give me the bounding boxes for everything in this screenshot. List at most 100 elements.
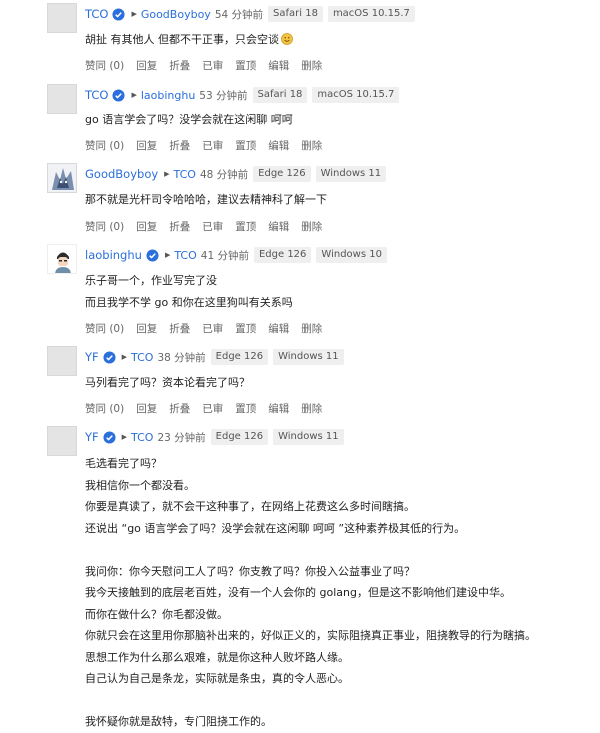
like-button[interactable]: 赞同 (0) [85, 219, 124, 234]
comment-header: GoodBoyboy ▶ TCO 48 分钟前 Edge 126 Windows… [85, 163, 387, 185]
browser-badge: Safari 18 [252, 87, 308, 103]
pin-button[interactable]: 置顶 [235, 321, 256, 336]
comment-header: TCO ▶ GoodBoyboy 54 分钟前 Safari 18 macOS … [85, 3, 415, 25]
comment-body: go 语言学会了吗？没学会就在这闲聊 呵呵 [85, 109, 565, 131]
comment-line: 你要是真读了，就不会干这种事了，在网络上花费这么多时间瞎搞。 [85, 500, 415, 513]
author-name[interactable]: YF [85, 350, 99, 364]
pin-button[interactable]: 置顶 [235, 138, 256, 153]
edit-button[interactable]: 编辑 [268, 219, 289, 234]
os-badge: Windows 10 [316, 247, 387, 263]
reply-to-name[interactable]: GoodBoyboy [141, 8, 211, 21]
verified-icon [103, 350, 116, 364]
comment-actions: 赞同 (0) 回复 折叠 已审 置顶 编辑 删除 [85, 320, 334, 336]
comment-body: 乐子哥一个，作业写完了没 而且我学不学 go 和你在这里狗叫有关系吗 [85, 270, 565, 313]
avatar[interactable] [47, 244, 77, 274]
browser-badge: Edge 126 [210, 349, 269, 365]
comment-line: 乐子哥一个，作业写完了没 [85, 274, 217, 287]
reply-to-name[interactable]: TCO [174, 249, 196, 262]
like-button[interactable]: 赞同 (0) [85, 321, 124, 336]
comment-time: 53 分钟前 [199, 89, 248, 102]
reply-arrow-icon: ▶ [131, 10, 137, 18]
comment-actions: 赞同 (0) 回复 折叠 已审 置顶 编辑 删除 [85, 137, 334, 153]
comment-line: 我今天接触到的底层老百姓，没有一个人会你的 golang，但是这不影响他们建设中… [85, 586, 511, 599]
comment-line: 还说出 “go 语言学会了吗？没学会就在这闲聊 呵呵 ”这种素养极其低的行为。 [85, 521, 466, 535]
pin-button[interactable]: 置顶 [235, 58, 256, 73]
reply-to-name[interactable]: laobinghu [141, 89, 195, 102]
comment-header: YF ▶ TCO 38 分钟前 Edge 126 Windows 11 [85, 346, 344, 368]
author-name[interactable]: laobinghu [85, 248, 142, 262]
comment-line: go 语言学会了吗？没学会就在这闲聊 呵呵 [85, 113, 293, 126]
delete-button[interactable]: 删除 [301, 138, 322, 153]
comment-body: 那不就是光杆司令哈哈哈，建议去精神科了解一下 [85, 189, 565, 211]
collapse-button[interactable]: 折叠 [169, 321, 190, 336]
comment-line: 你就只会在这里用你那脑补出来的，好似正义的，实际阻挠真正事业，阻挠教导的行为瞎搞… [85, 629, 536, 642]
comment-header: YF ▶ TCO 23 分钟前 Edge 126 Windows 11 [85, 426, 344, 448]
comment-line: 毛选看完了吗？ [85, 457, 162, 470]
avatar[interactable] [47, 426, 77, 456]
edit-button[interactable]: 编辑 [268, 138, 289, 153]
reply-arrow-icon: ▶ [121, 353, 128, 361]
comment-time: 23 分钟前 [157, 431, 206, 444]
delete-button[interactable]: 删除 [301, 58, 322, 73]
comment-time: 38 分钟前 [157, 351, 206, 364]
author-name[interactable]: GoodBoyboy [85, 167, 158, 181]
comment-time: 48 分钟前 [199, 168, 249, 181]
comment-actions: 赞同 (0) 回复 折叠 已审 置顶 编辑 删除 [85, 218, 334, 234]
avatar[interactable] [47, 346, 77, 376]
verified-icon [103, 430, 116, 444]
collapse-button[interactable]: 折叠 [169, 401, 190, 416]
approved-button[interactable]: 已审 [202, 321, 223, 336]
author-name[interactable]: TCO [85, 88, 108, 102]
reply-to-name[interactable]: TCO [131, 351, 153, 364]
reply-button[interactable]: 回复 [136, 138, 157, 153]
collapse-button[interactable]: 折叠 [169, 138, 190, 153]
avatar[interactable] [47, 163, 77, 193]
pin-button[interactable]: 置顶 [235, 401, 256, 416]
edit-button[interactable]: 编辑 [268, 321, 289, 336]
comment-line: 胡扯 有其他人 但都不干正事，只会空谈 [85, 29, 565, 51]
approved-button[interactable]: 已审 [202, 138, 223, 153]
os-badge: Windows 11 [273, 429, 344, 445]
comment-blank-line [85, 539, 565, 561]
reply-to-name[interactable]: TCO [131, 431, 153, 444]
collapse-button[interactable]: 折叠 [169, 219, 190, 234]
like-button[interactable]: 赞同 (0) [85, 138, 124, 153]
delete-button[interactable]: 删除 [301, 321, 322, 336]
reply-button[interactable]: 回复 [136, 321, 157, 336]
delete-button[interactable]: 删除 [301, 219, 322, 234]
edit-button[interactable]: 编辑 [268, 58, 289, 73]
comment-line: 马列看完了吗？资本论看完了吗？ [85, 376, 250, 389]
browser-badge: Edge 126 [253, 247, 312, 263]
author-name[interactable]: YF [85, 430, 99, 444]
comment-time: 54 分钟前 [214, 8, 264, 21]
smiling-face-icon [281, 31, 293, 45]
avatar[interactable] [47, 3, 77, 33]
comment-blank-line [85, 690, 565, 712]
browser-badge: Edge 126 [253, 166, 311, 182]
reply-button[interactable]: 回复 [136, 219, 157, 234]
like-button[interactable]: 赞同 (0) [85, 401, 124, 416]
collapse-button[interactable]: 折叠 [169, 58, 190, 73]
comment-line: 自己认为自己是条龙，实际就是条虫，真的令人恶心。 [85, 672, 349, 685]
author-name[interactable]: TCO [85, 7, 108, 21]
reply-button[interactable]: 回复 [136, 58, 157, 73]
reply-button[interactable]: 回复 [136, 401, 157, 416]
verified-icon [146, 248, 159, 262]
delete-button[interactable]: 删除 [301, 401, 322, 416]
approved-button[interactable]: 已审 [202, 219, 223, 234]
comment-line: 我问你：你今天慰问工人了吗？你支教了吗？你投入公益事业了吗？ [85, 564, 415, 578]
pin-button[interactable]: 置顶 [235, 219, 256, 234]
verified-icon [112, 7, 125, 21]
comment-line: 思想工作为什么那么艰难，就是你这种人败坏路人缘。 [85, 650, 349, 664]
os-badge: Windows 11 [315, 166, 387, 182]
reply-arrow-icon: ▶ [121, 433, 128, 441]
approved-button[interactable]: 已审 [202, 401, 223, 416]
os-badge: Windows 11 [273, 349, 344, 365]
edit-button[interactable]: 编辑 [268, 401, 289, 416]
comment-line: 那不就是光杆司令哈哈哈，建议去精神科了解一下 [85, 193, 327, 206]
like-button[interactable]: 赞同 (0) [85, 58, 124, 73]
reply-arrow-icon: ▶ [164, 251, 171, 259]
approved-button[interactable]: 已审 [202, 58, 223, 73]
reply-to-name[interactable]: TCO [174, 168, 196, 181]
avatar[interactable] [47, 84, 77, 114]
